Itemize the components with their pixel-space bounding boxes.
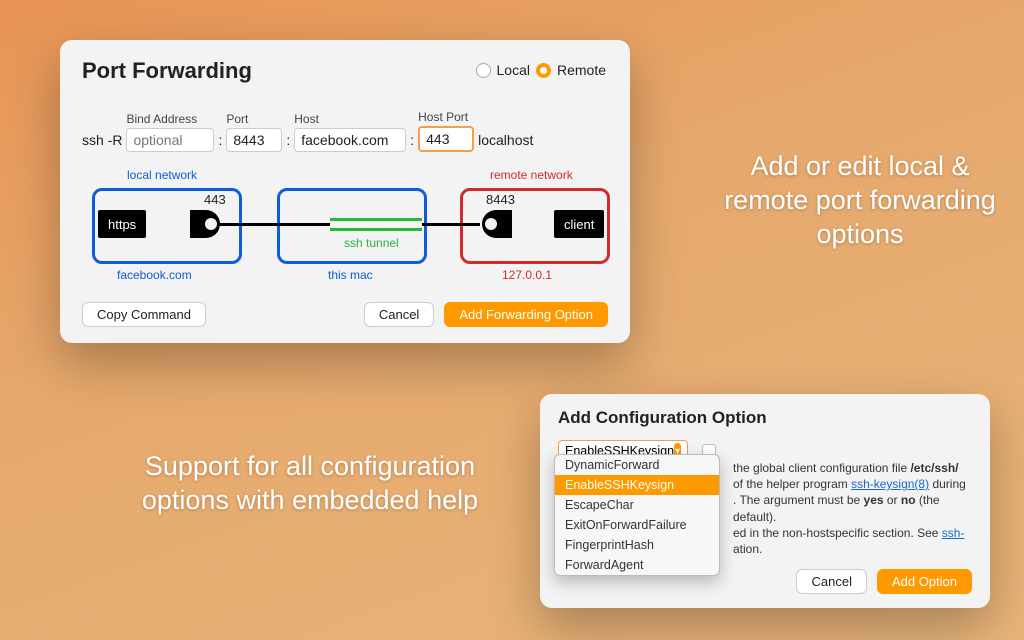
help-link[interactable]: ssh-	[942, 526, 965, 540]
separator-colon: :	[286, 132, 290, 152]
connector-line	[422, 223, 480, 226]
bind-address-input[interactable]	[126, 128, 214, 152]
bind-address-label: Bind Address	[126, 112, 214, 126]
option-dropdown[interactable]: DynamicForward EnableSSHKeysign EscapeCh…	[554, 454, 720, 576]
port-input[interactable]	[226, 128, 282, 152]
dropdown-item[interactable]: FingerprintHash	[555, 535, 719, 555]
radio-local-label: Local	[497, 62, 530, 78]
add-option-button[interactable]: Add Option	[877, 569, 972, 594]
separator-colon: :	[218, 132, 222, 152]
host-label: Host	[294, 112, 406, 126]
local-host-label: facebook.com	[117, 268, 192, 282]
dropdown-item[interactable]: ExitOnForwardFailure	[555, 515, 719, 535]
ssh-tunnel-line	[330, 218, 422, 221]
this-mac-box	[277, 188, 427, 264]
forwarding-diagram: local network remote network this mac fa…	[82, 166, 608, 296]
ssh-tunnel-label: ssh tunnel	[344, 236, 399, 250]
connector-line	[220, 223, 330, 226]
radio-remote[interactable]	[536, 63, 551, 78]
ssh-tunnel-line	[330, 228, 422, 231]
dropdown-item[interactable]: EscapeChar	[555, 495, 719, 515]
connector-icon	[482, 210, 512, 238]
help-text: the global client configuration file /et…	[733, 460, 972, 557]
radio-remote-label: Remote	[557, 62, 606, 78]
marketing-caption-1: Add or edit local & remote port forwardi…	[720, 150, 1000, 251]
dropdown-item[interactable]: EnableSSHKeysign	[555, 475, 719, 495]
radio-local[interactable]	[476, 63, 491, 78]
cancel-button[interactable]: Cancel	[364, 302, 434, 327]
local-network-label: local network	[127, 168, 197, 182]
add-forwarding-button[interactable]: Add Forwarding Option	[444, 302, 608, 327]
help-link[interactable]: ssh-keysign(8)	[851, 477, 929, 491]
this-mac-label: this mac	[328, 268, 373, 282]
add-config-dialog: Add Configuration Option EnableSSHKeysig…	[540, 394, 990, 608]
remote-port-number: 8443	[486, 192, 515, 207]
connector-icon	[190, 210, 220, 238]
client-block: client	[554, 210, 604, 238]
host-port-input[interactable]	[418, 126, 474, 152]
cancel-button[interactable]: Cancel	[796, 569, 866, 594]
separator-colon: :	[410, 132, 414, 152]
copy-command-button[interactable]: Copy Command	[82, 302, 206, 327]
host-input[interactable]	[294, 128, 406, 152]
remote-network-label: remote network	[490, 168, 573, 182]
port-label: Port	[226, 112, 282, 126]
ssh-suffix: localhost	[478, 132, 533, 152]
local-port-number: 443	[204, 192, 226, 207]
port-forwarding-dialog: Port Forwarding Local Remote ssh -R Bind…	[60, 40, 630, 343]
marketing-caption-2: Support for all configuration options wi…	[120, 450, 500, 518]
ssh-prefix: ssh -R	[82, 132, 122, 152]
dropdown-item[interactable]: DynamicForward	[555, 455, 719, 475]
host-port-label: Host Port	[418, 110, 474, 124]
dialog-title: Add Configuration Option	[558, 408, 972, 428]
dropdown-item[interactable]: ForwardAgent	[555, 555, 719, 575]
remote-host-label: 127.0.0.1	[502, 268, 552, 282]
https-block: https	[98, 210, 146, 238]
